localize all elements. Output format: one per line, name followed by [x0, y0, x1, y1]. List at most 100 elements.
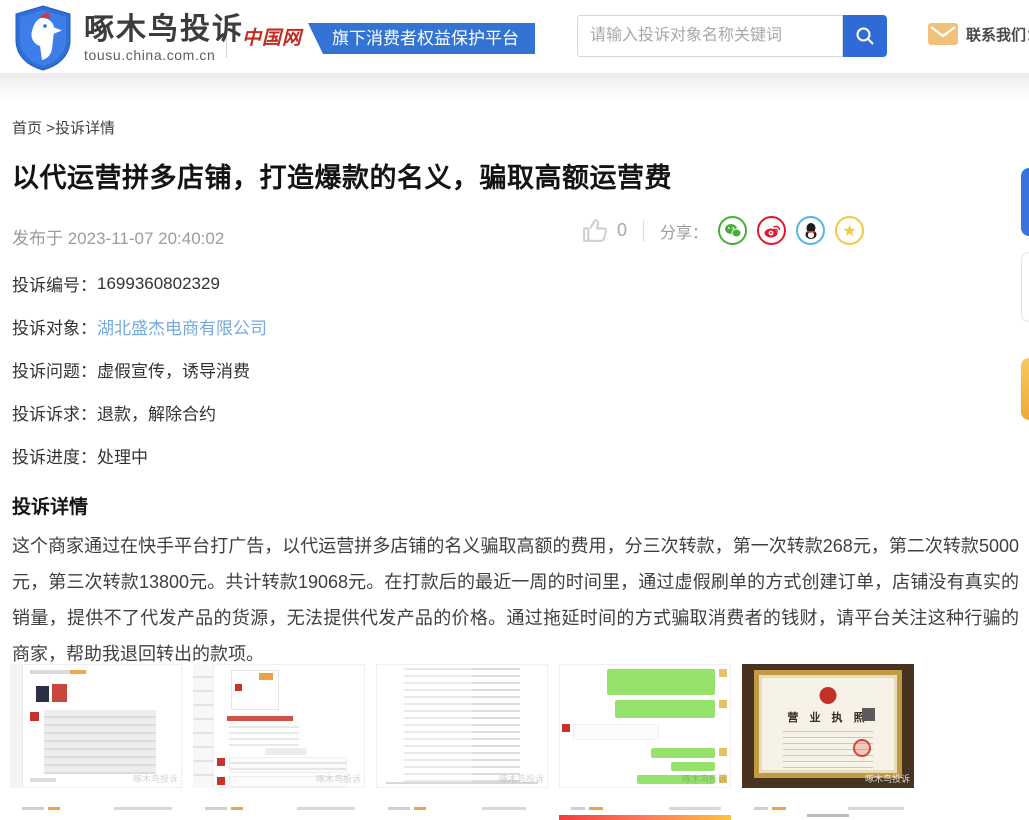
- field-complaint-problem: 投诉问题： 虚假宣传，诱导消费: [12, 348, 267, 391]
- field-label: 投诉进度：: [12, 443, 97, 468]
- share-qq-icon[interactable]: [796, 216, 825, 245]
- share-label: 分享：: [660, 219, 708, 243]
- merchant-avatar: [562, 724, 570, 732]
- header: 啄木鸟投诉 tousu.china.com.cn 中国网 旗下消费者权益保护平台…: [0, 0, 1029, 73]
- green-bubble: [607, 669, 715, 695]
- like-count: 0: [617, 220, 627, 241]
- breadcrumb-home[interactable]: 首页: [12, 120, 42, 137]
- site-logo[interactable]: 啄木鸟投诉 tousu.china.com.cn: [12, 4, 244, 72]
- share-icons: ★: [718, 216, 864, 245]
- header-shadow: [0, 73, 1029, 100]
- brand-banner: 中国网 旗下消费者权益保护平台: [240, 23, 535, 54]
- envelope-icon: [928, 23, 958, 45]
- field-label: 投诉编号：: [12, 271, 97, 296]
- sender-avatar: [719, 669, 727, 677]
- chat-avatar: [217, 758, 225, 766]
- attachment-thumbnails-row2: [10, 800, 914, 820]
- floating-button-yellow[interactable]: [1021, 358, 1029, 420]
- share-weibo-icon[interactable]: [757, 216, 786, 245]
- chat-avatar: [30, 712, 39, 721]
- red-title-line: [227, 716, 293, 721]
- floating-button-white[interactable]: [1021, 252, 1029, 322]
- timestamp-column: [193, 664, 214, 788]
- share-favorite-icon[interactable]: ★: [835, 216, 864, 245]
- meta-actions: 0 分享：: [582, 216, 864, 245]
- green-bubble: [651, 748, 715, 758]
- attachment-wechat-chat[interactable]: 啄木鸟投诉: [559, 664, 731, 788]
- field-complaint-id: 投诉编号： 1699360802329: [12, 262, 267, 305]
- chat-footer-line: [30, 778, 56, 782]
- license-frame: 营 业 执 照: [754, 670, 902, 778]
- attachment-business-license[interactable]: 营 业 执 照 啄木鸟投诉: [742, 664, 914, 788]
- share-wechat-icon[interactable]: [718, 216, 747, 245]
- attachment-thumbnails: 啄木鸟投诉 啄木鸟投诉 啄木鸟投诉: [10, 664, 914, 788]
- breadcrumb: 首页 >投诉详情: [12, 117, 115, 138]
- white-bubble: [573, 724, 659, 740]
- attachment-partial-2[interactable]: [193, 800, 365, 820]
- product-image-2: [52, 684, 67, 702]
- amount-column: [472, 668, 520, 782]
- sender-avatar: [719, 748, 727, 756]
- form-image-accent: [259, 673, 273, 680]
- breadcrumb-current: 投诉详情: [55, 120, 115, 137]
- search-button[interactable]: [843, 15, 887, 57]
- weibo-glyph-icon: [763, 223, 781, 239]
- attachment-transfer-records[interactable]: 啄木鸟投诉: [376, 664, 548, 788]
- national-emblem: [820, 687, 837, 704]
- attachment-chat-screenshot-1[interactable]: 啄木鸟投诉: [10, 664, 182, 788]
- china-net-logo: 中国网: [240, 23, 308, 54]
- chat-avatar: [217, 777, 225, 785]
- red-banner-strip: [559, 815, 731, 820]
- product-image-1: [36, 686, 49, 702]
- complaint-detail-page: 啄木鸟投诉 tousu.china.com.cn 中国网 旗下消费者权益保护平台…: [0, 0, 1029, 820]
- chat-bubble: [229, 776, 347, 787]
- table-lines: [229, 726, 299, 746]
- sender-avatar: [719, 775, 727, 783]
- field-complaint-demand: 投诉诉求： 退款，解除合约: [12, 391, 267, 434]
- breadcrumb-separator: >: [42, 120, 55, 137]
- detail-text: 这个商家通过在快手平台打广告，以代运营拼多店铺的名义骗取高额的费用，分三次转款，…: [12, 528, 1019, 672]
- field-label: 投诉问题：: [12, 357, 97, 382]
- license-title: 营 业 执 照: [759, 709, 897, 725]
- publish-time: 发布于 2023-11-07 20:40:02: [12, 224, 224, 249]
- search-input[interactable]: [577, 15, 843, 57]
- record-footer-line: [386, 782, 538, 784]
- detail-section-heading: 投诉详情: [12, 492, 88, 519]
- search-icon: [854, 25, 876, 47]
- field-label: 投诉对象：: [12, 314, 97, 339]
- sender-avatar: [719, 700, 727, 708]
- field-label: 投诉诉求：: [12, 400, 97, 425]
- field-complaint-target: 投诉对象： 湖北盛杰电商有限公司: [12, 305, 267, 348]
- green-bubble: [671, 762, 715, 771]
- field-value: 退款，解除合约: [97, 400, 216, 425]
- meta-divider: [643, 220, 644, 242]
- attachment-partial-1[interactable]: [10, 800, 182, 820]
- attachment-partial-4[interactable]: [559, 800, 731, 820]
- chat-message-block: [44, 710, 156, 774]
- qr-code: [862, 708, 875, 721]
- field-value: 虚假宣传，诱导消费: [97, 357, 250, 382]
- red-stamp: [853, 739, 871, 757]
- centered-title-line: [807, 814, 849, 817]
- brand-banner-text: 旗下消费者权益保护平台: [308, 23, 535, 54]
- company-link[interactable]: 湖北盛杰电商有限公司: [97, 314, 267, 339]
- complaint-info: 投诉编号： 1699360802329 投诉对象： 湖北盛杰电商有限公司 投诉问…: [12, 262, 267, 477]
- thumbs-up-icon[interactable]: [582, 218, 609, 243]
- page-title: 以代运营拼多店铺，打造爆款的名义，骗取高额运营费: [12, 156, 672, 195]
- field-complaint-progress: 投诉进度： 处理中: [12, 434, 267, 477]
- qq-penguin-icon: [803, 222, 819, 240]
- time-pill: [265, 748, 307, 755]
- shield-logo-icon: [12, 4, 74, 72]
- chat-header-accent: [70, 670, 86, 674]
- attachment-partial-5[interactable]: [742, 800, 914, 820]
- contact-us[interactable]: 联系我们：t: [928, 23, 1029, 45]
- field-value: 处理中: [97, 443, 148, 468]
- attachment-chat-screenshot-2[interactable]: 啄木鸟投诉: [193, 664, 365, 788]
- form-avatar: [235, 684, 242, 691]
- logo-text: 啄木鸟投诉 tousu.china.com.cn: [84, 13, 244, 63]
- site-domain: tousu.china.com.cn: [84, 47, 244, 63]
- green-bubble: [615, 700, 715, 718]
- floating-button-blue[interactable]: [1021, 168, 1029, 236]
- site-name: 啄木鸟投诉: [84, 13, 244, 47]
- attachment-partial-3[interactable]: [376, 800, 548, 820]
